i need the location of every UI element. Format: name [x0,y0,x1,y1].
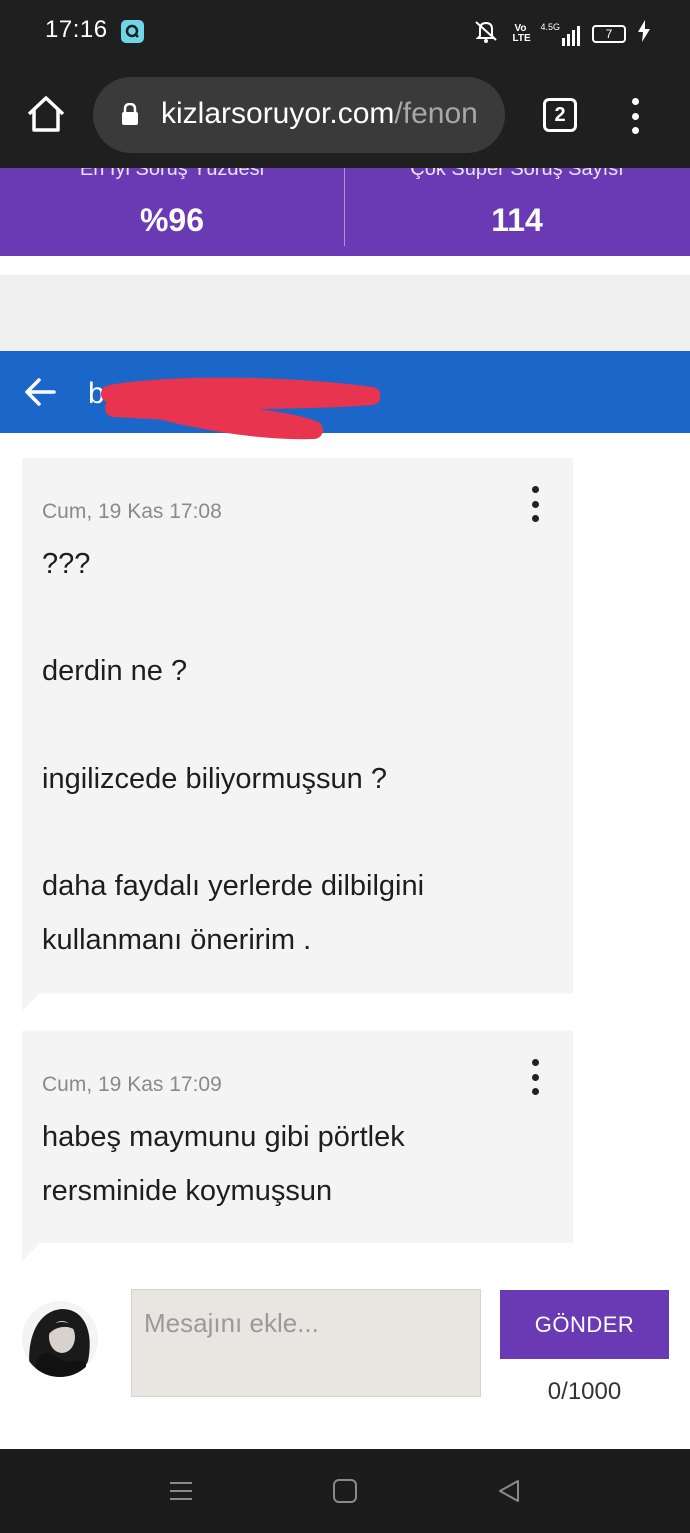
overflow-menu-icon[interactable] [620,94,650,138]
url-text: kizlarsoruyor.com/fenon [161,97,478,131]
spacer-band [0,275,690,351]
message-line: ??? [42,548,91,580]
avatar [22,1301,98,1377]
volte-icon: Vo LTE [512,22,531,44]
tab-switcher-button[interactable]: 2 [543,98,577,132]
battery-icon: 7 [592,24,626,43]
message-timestamp: Cum, 19 Kas 17:09 [42,1073,222,1096]
message-timestamp: Cum, 19 Kas 17:08 [42,500,222,523]
signal-icon: 4.5G [540,22,580,46]
message-menu-icon[interactable] [529,486,541,522]
search-app-icon [121,20,144,43]
stat-left-value: %96 [139,202,205,238]
message-line: kullanmanı öneririm . [42,924,312,956]
stat-right-label: Çok Süper Soruş Sayısı [410,168,624,180]
message-bubble: Cum, 19 Kas 17:08 ??? derdin ne ? ingili… [22,458,573,1011]
browser-toolbar: kizlarsoruyor.com/fenon 2 [0,62,690,168]
message-line: daha faydalı yerlerde dilbilgini [42,870,425,902]
message-input[interactable] [131,1289,481,1397]
message-line: habeş maymunu gibi pörtlek [42,1121,405,1153]
lock-icon [122,103,138,125]
message-menu-icon[interactable] [529,1059,541,1095]
stat-right-value: 114 [491,202,543,238]
charging-icon [638,20,650,47]
message-bubble: Cum, 19 Kas 17:09 habeş maymunu gibi pör… [22,1031,573,1261]
mute-icon [472,18,500,49]
home-square-icon[interactable] [331,1477,359,1505]
message-line: rersminide koymuşsun [42,1175,333,1207]
stat-right: Çok Süper Soruş Sayısı 114 [345,168,689,256]
home-icon [27,96,65,132]
system-nav-bar [0,1449,690,1533]
status-icons: Vo LTE 4.5G 7 [472,18,650,49]
message-line: derdin ne ? [42,655,188,687]
status-time: 17:16 [45,16,108,43]
address-bar[interactable]: kizlarsoruyor.com/fenon [93,77,505,153]
stat-left: En İyi Soruş Yüzdesi %96 [0,168,344,256]
tab-count: 2 [554,103,566,126]
recents-icon[interactable] [167,1477,195,1505]
character-counter: 0/1000 [547,1378,622,1405]
url-domain: kizlarsoruyor.com [161,97,395,130]
profile-stats-band: En İyi Soruş Yüzdesi %96 Çok Süper Soruş… [0,168,690,256]
redaction-scribble [101,377,380,440]
arrow-left-icon[interactable] [22,373,60,411]
network-label: 4.5G [540,21,560,32]
message-line: ingilizcede biliyormuşsun ? [42,763,387,795]
url-path: /fenon [394,97,478,130]
battery-level: 7 [605,26,613,41]
home-button[interactable] [24,92,68,136]
back-triangle-icon[interactable] [495,1477,523,1505]
stat-left-label: En İyi Soruş Yüzdesi [79,168,265,180]
status-bar: 17:16 Vo LTE 4.5G 7 [0,0,690,62]
send-button[interactable]: GÖNDER [500,1290,669,1359]
